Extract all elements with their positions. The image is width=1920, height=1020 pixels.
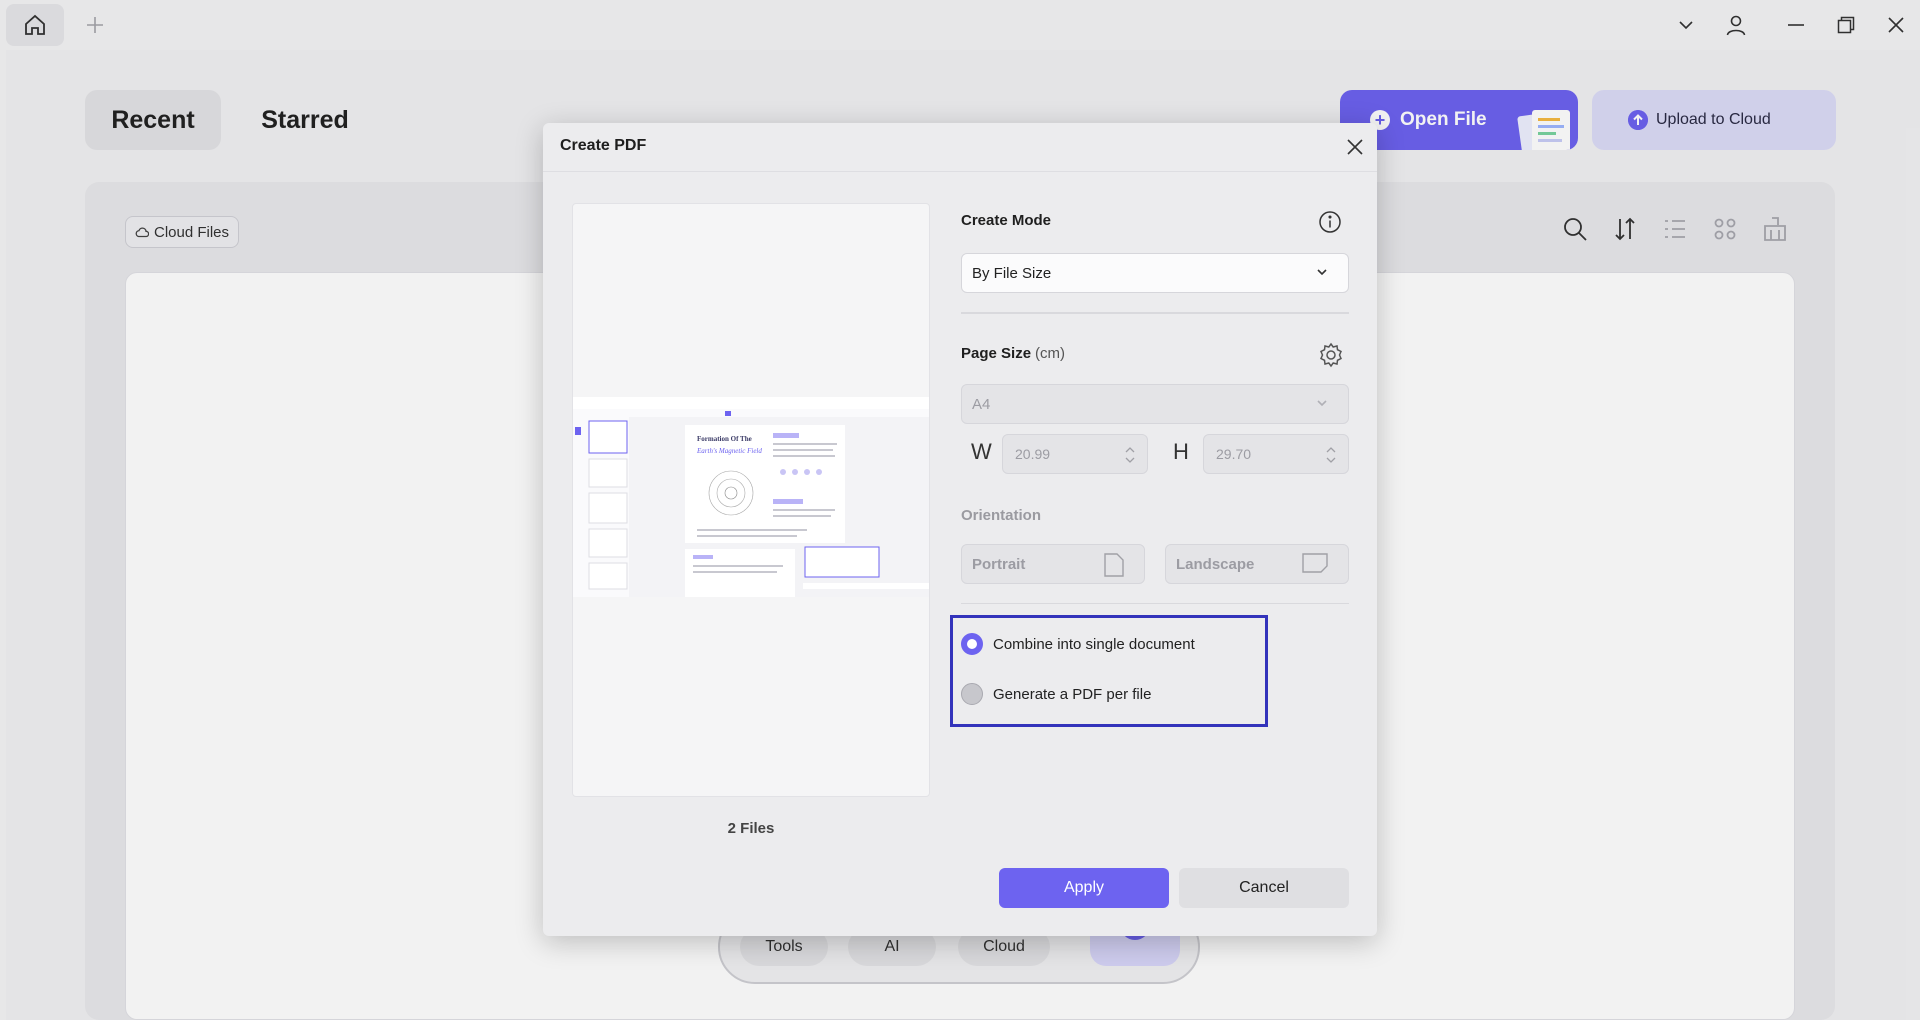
portrait-icon (1104, 553, 1124, 577)
height-label: H (1173, 439, 1189, 464)
page-size-settings-button[interactable] (1318, 342, 1344, 368)
width-input[interactable]: 20.99 (1002, 434, 1148, 474)
width-label: W (971, 439, 992, 464)
orientation-label: Orientation (961, 507, 1042, 524)
section-divider (961, 312, 1349, 314)
file-preview: Formation Of The Earth's Magnetic Field (572, 203, 930, 797)
dialog-divider (543, 171, 1377, 172)
page-size-unit: (cm) (1035, 345, 1066, 362)
height-value: 29.70 (1216, 446, 1252, 462)
close-icon (1347, 139, 1363, 155)
landscape-icon (1302, 553, 1328, 573)
info-icon (1319, 211, 1341, 233)
dialog-close-button[interactable] (1343, 135, 1367, 159)
portrait-button[interactable]: Portrait (961, 544, 1145, 584)
page-size-value: A4 (972, 395, 991, 413)
width-value: 20.99 (1015, 446, 1051, 462)
page-size-select[interactable]: A4 (961, 384, 1349, 424)
landscape-button[interactable]: Landscape (1165, 544, 1349, 584)
create-pdf-dialog: Create PDF Formation Of The Earth's Magn… (543, 123, 1377, 936)
gear-icon (1320, 342, 1342, 368)
chevron-down-icon (1317, 269, 1327, 276)
document-screenshot-thumbnail: Formation Of The Earth's Magnetic Field (573, 397, 929, 597)
preview-doc-title: Formation Of The (697, 435, 752, 443)
chevron-down-icon (1317, 400, 1327, 407)
preview-thumbnail: Formation Of The Earth's Magnetic Field (573, 397, 929, 597)
pdf-per-file-option[interactable]: Generate a PDF per file (961, 683, 1151, 705)
landscape-label: Landscape (1176, 555, 1255, 573)
create-mode-info-button[interactable] (1318, 210, 1342, 234)
apply-button[interactable]: Apply (999, 868, 1169, 908)
cancel-button[interactable]: Cancel (1179, 868, 1349, 908)
section-divider (961, 603, 1349, 604)
page-size-title: Page Size (961, 345, 1032, 362)
dialog-title: Create PDF (560, 137, 647, 154)
stepper-icon (1326, 447, 1336, 463)
radio-selected-icon[interactable] (961, 633, 983, 655)
combine-single-option[interactable]: Combine into single document (961, 633, 1195, 655)
height-input[interactable]: 29.70 (1203, 434, 1349, 474)
stepper-icon (1125, 447, 1135, 463)
files-count: 2 Files (727, 820, 775, 837)
radio-unselected-icon[interactable] (961, 683, 983, 705)
create-mode-select[interactable]: By File Size (961, 253, 1349, 293)
output-options-highlight (950, 615, 1268, 727)
preview-doc-subtitle: Earth's Magnetic Field (696, 447, 762, 455)
combine-single-label: Combine into single document (993, 635, 1195, 653)
pdf-per-file-label: Generate a PDF per file (993, 685, 1152, 703)
portrait-label: Portrait (972, 555, 1026, 573)
create-mode-value: By File Size (972, 264, 1052, 282)
page-size-label: Page Size (cm) (961, 345, 1065, 362)
create-mode-label: Create Mode (961, 212, 1052, 229)
